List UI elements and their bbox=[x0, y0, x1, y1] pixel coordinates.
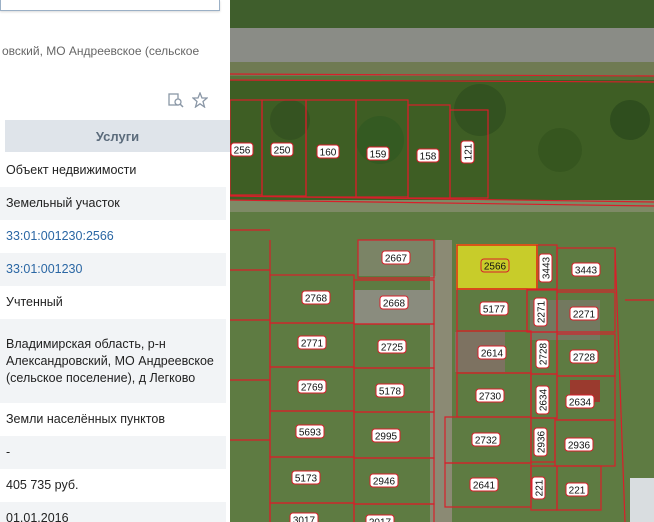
parcel-label: 2936 bbox=[533, 427, 548, 457]
satellite-map[interactable]: 256 250 160 159 158 121 2667 2566 3443 3443 2768 26… bbox=[230, 0, 654, 522]
star-icon[interactable] bbox=[191, 91, 209, 109]
parcel-label: 2271 bbox=[533, 297, 548, 327]
parcel-label: 5173 bbox=[291, 470, 321, 485]
parcel-label: 250 bbox=[270, 142, 294, 157]
parcel-label: 2769 bbox=[297, 379, 327, 394]
parcel-number: 158 bbox=[420, 152, 437, 163]
parcel-label: 2668 bbox=[379, 295, 409, 310]
parcel-number: 2936 bbox=[537, 430, 548, 453]
parcel-label: 2728 bbox=[535, 339, 550, 369]
parcel-number: 160 bbox=[320, 148, 337, 159]
parcel-label: 2732 bbox=[471, 432, 501, 447]
parcel-label: 221 bbox=[565, 482, 589, 497]
parcel-label: 2946 bbox=[369, 473, 399, 488]
parcel-number: 2634 bbox=[539, 388, 550, 411]
panel-tabs: Услуги bbox=[0, 120, 230, 152]
parcel-label: 5178 bbox=[375, 383, 405, 398]
parcel-number: 2768 bbox=[305, 294, 328, 305]
row-date: 01.01.2016 bbox=[0, 502, 226, 522]
parcel-label: 2566 bbox=[480, 258, 510, 273]
parcel-number: 5178 bbox=[379, 387, 402, 398]
parcel-number: 250 bbox=[274, 146, 291, 157]
parcel-number: 2725 bbox=[381, 343, 404, 354]
parcel-number: 5693 bbox=[299, 428, 322, 439]
row-address: Владимирская область, р-н Александровски… bbox=[0, 319, 226, 403]
address-header: овский, МО Андреевское (сельское bbox=[2, 44, 200, 58]
parcel-label: 121 bbox=[460, 140, 475, 164]
row-cadastral-value: 405 735 руб. bbox=[6, 478, 79, 492]
parcel-label: 2771 bbox=[297, 335, 327, 350]
parcel-number: 5173 bbox=[295, 474, 318, 485]
parcel-number: 2995 bbox=[375, 432, 398, 443]
parcel-label: 159 bbox=[366, 146, 390, 161]
parcel-number: 2946 bbox=[373, 477, 396, 488]
parcel-label: 2634 bbox=[565, 394, 595, 409]
parcel-label: 2768 bbox=[301, 290, 331, 305]
parcel-number: 2017 bbox=[369, 518, 392, 522]
parcel-label: 2936 bbox=[564, 437, 594, 452]
cadastral-quarter-link[interactable]: 33:01:001230 bbox=[6, 261, 82, 278]
row-cadastral-number: 33:01:001230:2566 bbox=[0, 220, 226, 253]
row-object-type: Объект недвижимости bbox=[6, 163, 137, 177]
parcel-label: 160 bbox=[316, 144, 340, 159]
parcel-label: 3443 bbox=[571, 262, 601, 277]
panel-tools bbox=[168, 91, 209, 109]
parcel-number: 2634 bbox=[569, 398, 592, 409]
parcel-label: 2271 bbox=[569, 306, 599, 321]
parcel-label: 2634 bbox=[535, 385, 550, 415]
property-details: Объект недвижимости Земельный участок 33… bbox=[0, 154, 226, 522]
parcel-number: 3443 bbox=[542, 256, 553, 279]
parcel-label: 2725 bbox=[377, 339, 407, 354]
parcel-number: 221 bbox=[569, 486, 586, 497]
parcel-label: 158 bbox=[416, 148, 440, 163]
parcel-number: 5177 bbox=[483, 305, 506, 316]
parcel-number: 2728 bbox=[539, 342, 550, 365]
parcel-label: 5177 bbox=[479, 301, 509, 316]
row-land-category: Земли населённых пунктов bbox=[6, 412, 165, 426]
parcel-number: 2732 bbox=[475, 436, 498, 447]
parcel-number: 2728 bbox=[573, 353, 596, 364]
parcel-number: 221 bbox=[535, 479, 546, 496]
row-status: Учтенный bbox=[6, 295, 63, 309]
parcel-number: 2668 bbox=[383, 299, 406, 310]
row-cadastral-quarter: 33:01:001230 bbox=[0, 253, 226, 286]
parcel-label: 2017 bbox=[365, 514, 395, 522]
tab-services[interactable]: Услуги bbox=[5, 120, 230, 152]
parcel-number: 2771 bbox=[301, 339, 324, 350]
parcel-number: 2271 bbox=[537, 300, 548, 323]
parcel-label: 3443 bbox=[538, 253, 553, 283]
parcel-number: 2769 bbox=[301, 383, 324, 394]
parcel-number: 2936 bbox=[568, 441, 591, 452]
cadastral-number-link[interactable]: 33:01:001230:2566 bbox=[6, 228, 114, 245]
parcel-number: 159 bbox=[370, 150, 387, 161]
parcel-number: 2566 bbox=[484, 262, 507, 273]
parcel-number: 256 bbox=[234, 146, 251, 157]
parcel-number: 2271 bbox=[573, 310, 596, 321]
parcel-label: 2730 bbox=[475, 388, 505, 403]
parcel-label: 2614 bbox=[477, 345, 507, 360]
search-on-map-icon[interactable] bbox=[168, 92, 184, 108]
parcel-label: 2728 bbox=[569, 349, 599, 364]
parcel-number: 2641 bbox=[473, 481, 496, 492]
parcel-number: 2730 bbox=[479, 392, 502, 403]
search-input[interactable] bbox=[0, 0, 220, 11]
cadastral-map[interactable]: 256 250 160 159 158 121 2667 2566 3443 3443 2768 26… bbox=[230, 0, 654, 522]
parcel-number: 2614 bbox=[481, 349, 504, 360]
parcel-label: 256 bbox=[230, 142, 254, 157]
parcel-label: 5693 bbox=[295, 424, 325, 439]
parcel-number: 121 bbox=[464, 143, 475, 160]
row-subtype: Земельный участок bbox=[0, 187, 226, 220]
parcel-number: 2667 bbox=[385, 254, 408, 265]
parcel-label: 2641 bbox=[469, 477, 499, 492]
parcel-number: 3017 bbox=[293, 516, 316, 522]
parcel-number: 3443 bbox=[575, 266, 598, 277]
row-permitted-use: - bbox=[0, 436, 226, 469]
parcel-label: 221 bbox=[531, 476, 546, 500]
info-panel: овский, МО Андреевское (сельское Услуги … bbox=[0, 0, 231, 522]
parcel-label: 2995 bbox=[371, 428, 401, 443]
parcel-label: 2667 bbox=[381, 250, 411, 265]
parcel-label: 3017 bbox=[289, 512, 319, 522]
